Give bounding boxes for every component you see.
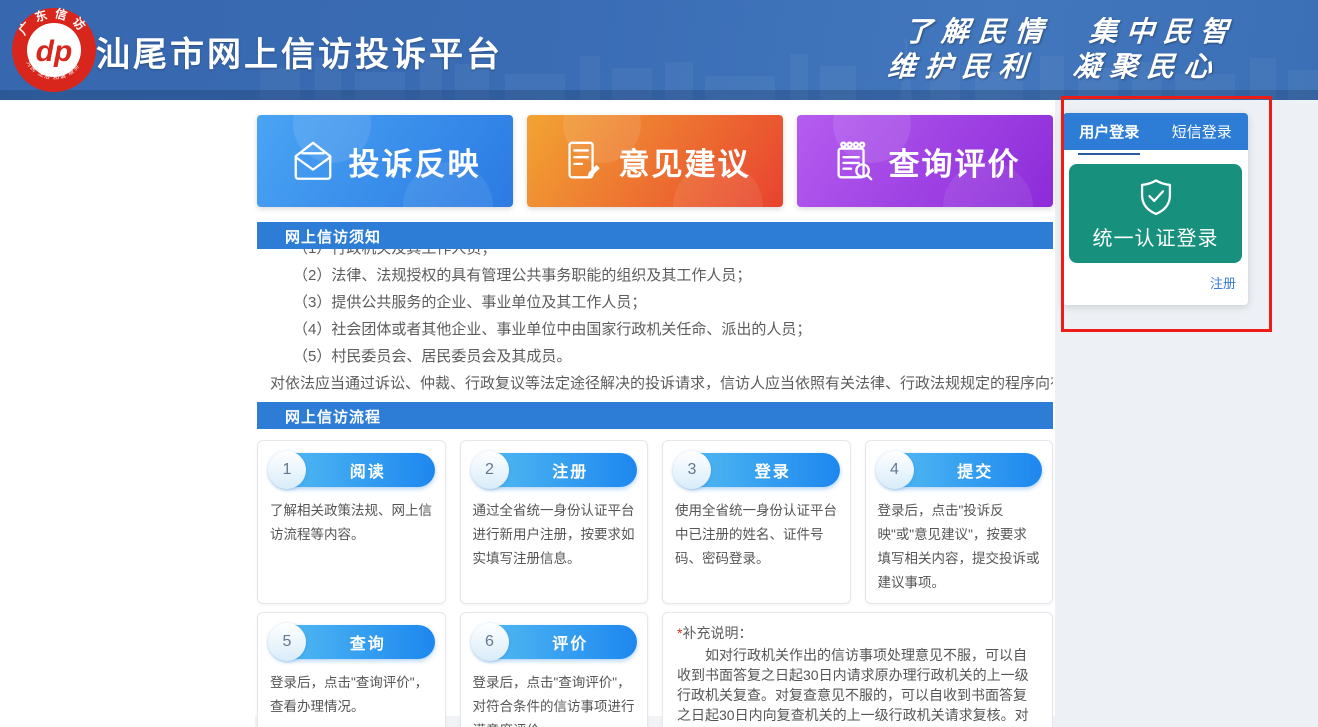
notice-line: （2）法律、法规授权的具有管理公共事务职能的组织及其工作人员； [257,262,1053,289]
suggestion-button[interactable]: 意见建议 [527,115,783,207]
slogan-line-2: 维护民利 凝聚民心 [887,49,1236,84]
step-number-badge: 1 [268,451,306,489]
step-number-badge: 4 [876,451,914,489]
step-description: 通过全省统一身份认证平台进行新用户注册，按要求如实填写注册信息。 [461,497,648,579]
step-description: 了解相关政策法规、网上信访流程等内容。 [258,497,445,555]
document-edit-icon [560,138,606,184]
step-description: 登录后，点击"查询评价"，查看办理情况。 [258,669,445,727]
action-buttons-row: 投诉反映 意见建议 查询评价 [257,115,1053,207]
page: dp 广东信访 为民 法治 和谐 服务 汕尾市网上信访投诉平台 了解民情 集中民… [0,0,1318,727]
page-title: 汕尾市网上信访投诉平台 [96,27,503,76]
step-card-register: 2 注册 通过全省统一身份认证平台进行新用户注册，按要求如实填写注册信息。 [460,440,649,604]
step-name: 注册 [552,458,588,482]
tab-sms-login-label: 短信登录 [1172,121,1232,142]
step-number-badge: 6 [471,623,509,661]
step-card-evaluate: 6 评价 登录后，点击"查询评价"，对符合条件的信访事项进行满意度评价。 [460,612,649,727]
guangdong-xinfang-logo: dp 广东信访 为民 法治 和谐 服务 [10,6,98,94]
step-name: 阅读 [350,458,386,482]
main-content: 投诉反映 意见建议 查询评价 [255,100,1055,716]
step-card-query: 5 查询 登录后，点击"查询评价"，查看办理情况。 [257,612,446,727]
header-water-band [0,90,1318,100]
step-number-badge: 3 [673,451,711,489]
query-evaluate-button-label: 查询评价 [889,139,1021,184]
unified-auth-login-label: 统一认证登录 [1093,222,1219,251]
supplement-label: 补充说明： [682,625,752,641]
complaint-button-label: 投诉反映 [349,139,481,184]
query-evaluate-button[interactable]: 查询评价 [797,115,1053,207]
notice-section-bar: 网上信访须知 [257,222,1053,249]
page-header: dp 广东信访 为民 法治 和谐 服务 汕尾市网上信访投诉平台 了解民情 集中民… [0,0,1318,100]
login-tabs: 用户登录 短信登录 [1063,113,1248,150]
step-number-badge: 5 [268,623,306,661]
notice-line: （5）村民委员会、居民委员会及其成员。 [257,343,1053,370]
step-description: 登录后，点击"投诉反映"或"意见建议"，按要求填写相关内容，提交投诉或建议事项。 [866,497,1053,603]
register-row: 注册 [1063,273,1248,305]
step-description: 使用全省统一身份认证平台中已注册的姓名、证件号码、密码登录。 [663,497,850,579]
complaint-button[interactable]: 投诉反映 [257,115,513,207]
step-description: 登录后，点击"查询评价"，对符合条件的信访事项进行满意度评价。 [461,669,648,727]
header-slogan: 了解民情 集中民智 维护民利 凝聚民心 [901,14,1239,84]
step-name: 评价 [552,630,588,654]
notice-line: （1）行政机关及其工作人员； [257,249,1053,262]
tab-user-login[interactable]: 用户登录 [1063,113,1156,150]
step-card-login: 3 登录 使用全省统一身份认证平台中已注册的姓名、证件号码、密码登录。 [662,440,851,604]
unified-auth-login-button[interactable]: 统一认证登录 [1069,164,1242,263]
envelope-icon [290,138,336,184]
notice-line: （3）提供公共服务的企业、事业单位及其工作人员； [257,289,1053,316]
step-name: 登录 [755,458,791,482]
supplement-heading: *补充说明： [677,623,1038,643]
step-number-badge: 2 [471,451,509,489]
slogan-line-1: 了解民情 集中民智 [903,14,1238,49]
tab-sms-login[interactable]: 短信登录 [1156,113,1249,150]
step-card-read: 1 阅读 了解相关政策法规、网上信访流程等内容。 [257,440,446,604]
register-link[interactable]: 注册 [1210,276,1236,291]
step-card-submit: 4 提交 登录后，点击"投诉反映"或"意见建议"，按要求填写相关内容，提交投诉或… [865,440,1054,604]
notice-scroll-area[interactable]: （1）行政机关及其工作人员； （2）法律、法规授权的具有管理公共事务职能的组织及… [257,249,1053,390]
notice-line: 对依法应当通过诉讼、仲裁、行政复议等法定途径解决的投诉请求，信访人应当依照有关法… [257,370,1053,390]
process-section-bar: 网上信访流程 [257,402,1053,429]
process-steps-grid: 1 阅读 了解相关政策法规、网上信访流程等内容。 2 注册 通过全省统一身份认证… [257,440,1053,727]
notice-line: （4）社会团体或者其他企业、事业单位中由国家行政机关任命、派出的人员； [257,316,1053,343]
supplement-card: *补充说明： 如对行政机关作出的信访事项处理意见不服，可以自收到书面答复之日起3… [662,612,1053,727]
clipboard-search-icon [830,138,876,184]
shield-check-icon [1136,177,1176,217]
logo-monogram: dp [36,35,73,68]
suggestion-button-label: 意见建议 [619,139,751,184]
login-panel: 用户登录 短信登录 统一认证登录 注册 [1063,113,1248,305]
supplement-body: 如对行政机关作出的信访事项处理意见不服，可以自收到书面答复之日起30日内请求原办… [677,645,1038,727]
process-section-title: 网上信访流程 [283,406,383,430]
step-name: 提交 [957,458,993,482]
tab-user-login-label: 用户登录 [1079,121,1139,142]
step-name: 查询 [350,630,386,654]
